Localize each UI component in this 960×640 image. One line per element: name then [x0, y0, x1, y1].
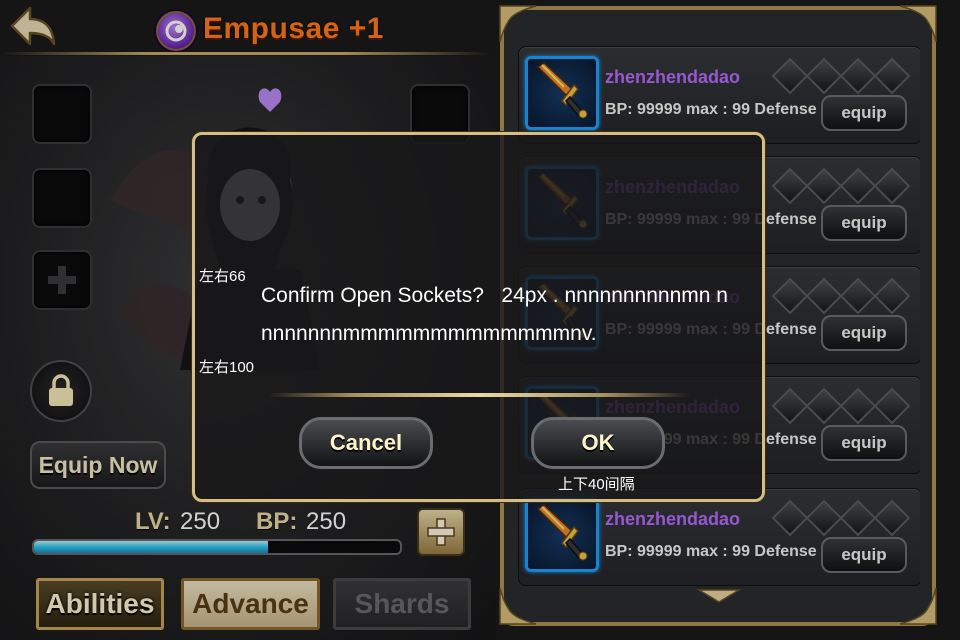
- ok-button[interactable]: OK: [531, 417, 665, 469]
- dialog-message: Confirm Open Sockets? 24px . nnnnnnnnnnm…: [261, 284, 728, 345]
- dialog-annotation: 左右66: [199, 268, 246, 285]
- dialog-annotation: 上下40间隔: [558, 476, 635, 493]
- dialog-divider: [269, 393, 689, 397]
- cancel-button[interactable]: Cancel: [299, 417, 433, 469]
- dialog-annotation: 左右100: [199, 359, 255, 376]
- confirm-dialog: 左右66 Confirm Open Sockets? 24px . nnnnnn…: [192, 132, 765, 502]
